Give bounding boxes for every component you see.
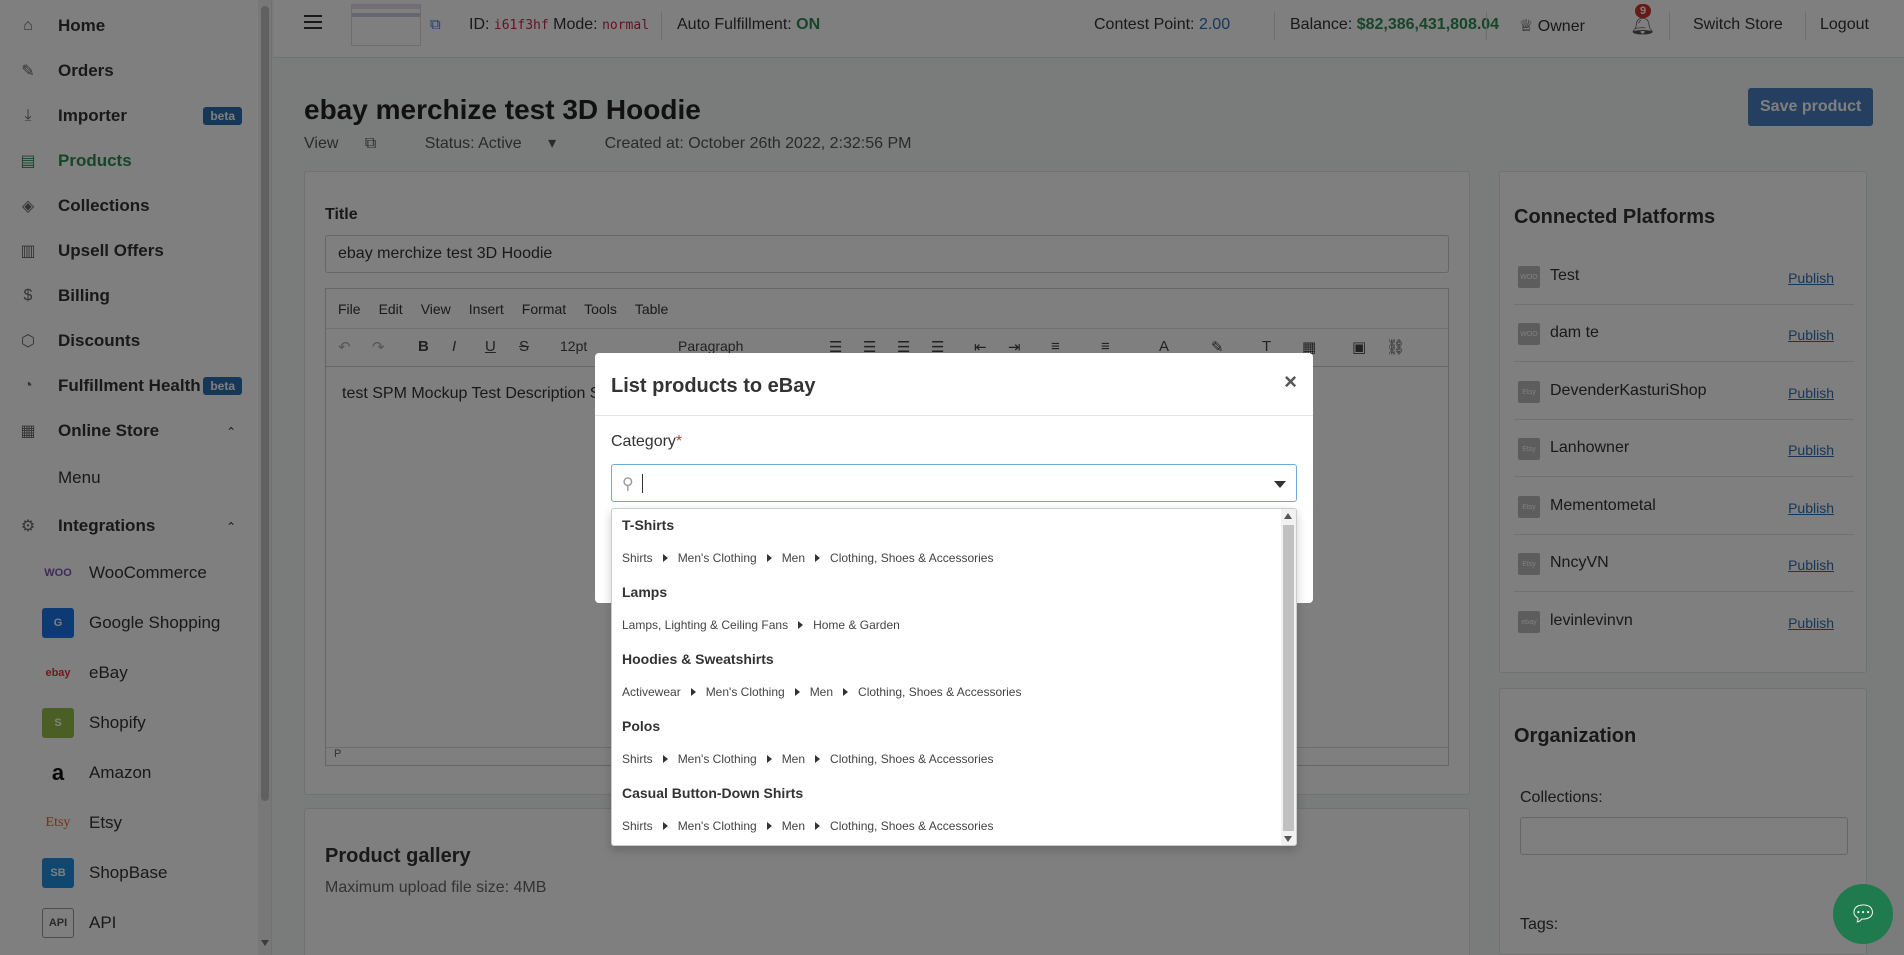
category-option[interactable]: Hoodies & Sweatshirts Activewear Men's C…	[612, 643, 1282, 710]
path-segment: Men	[781, 819, 806, 833]
category-path: Shirts Men's Clothing Men Clothing, Shoe…	[622, 819, 993, 833]
caret-right-icon	[766, 822, 772, 830]
path-segment: Lamps, Lighting & Ceiling Fans	[622, 618, 789, 632]
category-name: Lamps	[622, 584, 668, 600]
text-cursor	[642, 474, 643, 493]
path-segment: Men's Clothing	[677, 551, 757, 565]
caret-right-icon	[815, 755, 821, 763]
chevron-down-icon[interactable]	[1274, 481, 1286, 488]
required-marker: *	[675, 433, 683, 450]
path-segment: Clothing, Shoes & Accessories	[858, 685, 1022, 699]
category-option[interactable]: Lamps Lamps, Lighting & Ceiling Fans Hom…	[612, 576, 1282, 643]
category-search-input[interactable]: ⚲	[611, 464, 1297, 502]
caret-right-icon	[815, 822, 821, 830]
divider	[595, 415, 1313, 416]
path-segment: Clothing, Shoes & Accessories	[830, 551, 994, 565]
caret-right-icon	[662, 755, 668, 763]
path-segment: Men's Clothing	[677, 752, 757, 766]
category-name: Hoodies & Sweatshirts	[622, 651, 774, 667]
caret-right-icon	[662, 822, 668, 830]
category-label: Category*	[611, 433, 682, 451]
category-label-text: Category	[611, 433, 676, 450]
scrollbar-thumb[interactable]	[1283, 525, 1294, 831]
caret-right-icon	[690, 688, 696, 696]
scroll-up-arrow-icon[interactable]	[1284, 513, 1292, 519]
category-option[interactable]: Polos Shirts Men's Clothing Men Clothing…	[612, 710, 1282, 777]
path-segment: Clothing, Shoes & Accessories	[830, 752, 994, 766]
category-name: T-Shirts	[622, 517, 675, 533]
dropdown-scrollbar[interactable]	[1281, 509, 1296, 845]
path-segment: Shirts	[622, 551, 653, 565]
category-path: Shirts Men's Clothing Men Clothing, Shoe…	[622, 752, 993, 766]
path-segment: Home & Garden	[813, 618, 900, 632]
category-name: Casual Button-Down Shirts	[622, 785, 804, 801]
category-option[interactable]: T-Shirts Shirts Men's Clothing Men Cloth…	[612, 509, 1282, 576]
path-segment: Men	[781, 752, 806, 766]
caret-right-icon	[843, 688, 849, 696]
path-segment: Men	[781, 551, 806, 565]
path-segment: Activewear	[622, 685, 681, 699]
scroll-down-arrow-icon[interactable]	[1284, 836, 1292, 842]
path-segment: Clothing, Shoes & Accessories	[830, 819, 994, 833]
caret-right-icon	[766, 755, 772, 763]
path-segment: Men	[809, 685, 834, 699]
caret-right-icon	[798, 621, 804, 629]
search-icon: ⚲	[622, 476, 634, 493]
path-segment: Men's Clothing	[705, 685, 785, 699]
caret-right-icon	[794, 688, 800, 696]
caret-right-icon	[662, 554, 668, 562]
category-path: Shirts Men's Clothing Men Clothing, Shoe…	[622, 551, 993, 565]
path-segment: Shirts	[622, 752, 653, 766]
category-option[interactable]: Casual Button-Down Shirts Shirts Men's C…	[612, 777, 1282, 844]
category-path: Activewear Men's Clothing Men Clothing, …	[622, 685, 1021, 699]
caret-right-icon	[815, 554, 821, 562]
category-name: Polos	[622, 718, 661, 734]
modal-title: List products to eBay	[611, 375, 816, 397]
caret-right-icon	[766, 554, 772, 562]
category-dropdown: T-Shirts Shirts Men's Clothing Men Cloth…	[611, 508, 1297, 846]
path-segment: Men's Clothing	[677, 819, 757, 833]
category-path: Lamps, Lighting & Ceiling Fans Home & Ga…	[622, 618, 900, 632]
path-segment: Shirts	[622, 819, 653, 833]
chat-bubble-icon[interactable]: 💬︎	[1833, 884, 1893, 944]
close-icon[interactable]: ×	[1284, 369, 1297, 395]
